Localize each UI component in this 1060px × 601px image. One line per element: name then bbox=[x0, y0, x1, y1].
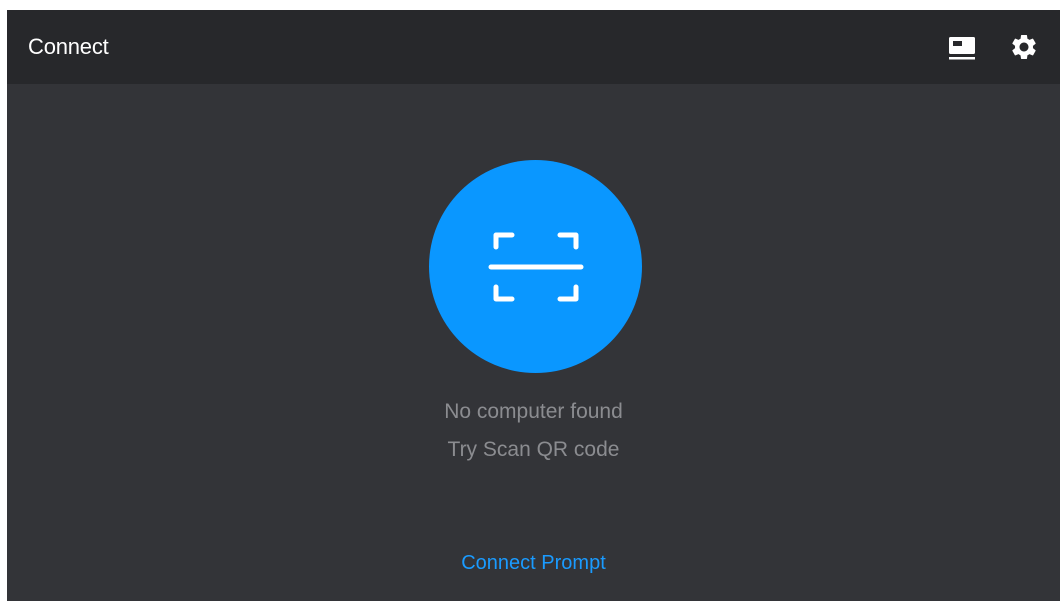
header-bar: Connect bbox=[7, 10, 1060, 84]
app-window: Connect No computer found Try Scan QR co… bbox=[7, 10, 1060, 601]
status-message: No computer found bbox=[444, 400, 623, 423]
screen-icon bbox=[949, 37, 975, 60]
connect-prompt-container: Connect Prompt bbox=[7, 551, 1060, 575]
gear-icon bbox=[1012, 35, 1036, 59]
connect-prompt-link[interactable]: Connect Prompt bbox=[461, 552, 606, 574]
settings-button[interactable] bbox=[1007, 30, 1041, 64]
scan-qr-button[interactable] bbox=[429, 160, 642, 373]
hint-message: Try Scan QR code bbox=[447, 438, 620, 461]
page-title: Connect bbox=[28, 34, 109, 59]
screen-button[interactable] bbox=[945, 30, 979, 64]
qr-scan-icon bbox=[488, 232, 583, 301]
